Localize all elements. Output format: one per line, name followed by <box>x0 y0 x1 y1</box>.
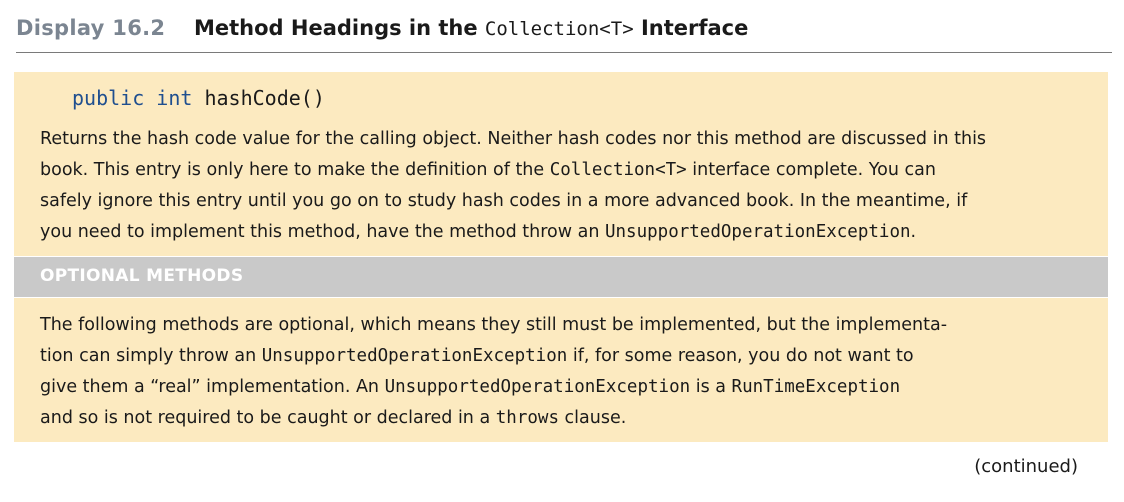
text-line: tion can simply throw an UnsupportedOper… <box>40 341 1100 372</box>
inline-code: throws <box>495 408 559 428</box>
display-title-pre: Method Headings in the <box>194 16 485 40</box>
inline-code: Collection<T> <box>549 160 687 180</box>
text-run: tion can simply throw an <box>40 346 262 366</box>
text-run: you need to implement this method, have … <box>40 222 605 242</box>
text-run: clause. <box>558 408 627 428</box>
inline-code: UnsupportedOperationException <box>604 222 911 242</box>
text-run: safely ignore this entry until you go on… <box>40 191 968 211</box>
hashcode-description: Returns the hash code value for the call… <box>40 124 1100 248</box>
display-number: Display 16.2 <box>16 16 166 40</box>
text-run: book. This entry is only here to make th… <box>40 160 550 180</box>
text-line: give them a “real” implementation. An Un… <box>40 372 1100 403</box>
text-line: Returns the hash code value for the call… <box>40 124 1100 155</box>
text-line: safely ignore this entry until you go on… <box>40 186 1100 217</box>
sig-public: public <box>72 86 145 110</box>
inline-code: UnsupportedOperationException <box>261 346 568 366</box>
sig-int: int <box>156 86 193 110</box>
display-title-post: Interface <box>633 16 749 40</box>
text-run: . <box>910 222 917 242</box>
optional-methods-panel: The following methods are optional, whic… <box>14 298 1108 442</box>
text-run: is a <box>690 377 732 397</box>
text-line: you need to implement this method, have … <box>40 217 1100 248</box>
method-signature: public int hashCode() <box>72 86 325 110</box>
text-line: book. This entry is only here to make th… <box>40 155 1100 186</box>
continued-note: (continued) <box>974 456 1078 477</box>
inline-code: UnsupportedOperationException <box>384 377 691 397</box>
hashcode-panel: public int hashCode() Returns the hash c… <box>14 72 1108 256</box>
section-header-bar: OPTIONAL METHODS <box>14 257 1108 297</box>
text-run: Returns the hash code value for the call… <box>40 129 987 149</box>
display-header: Display 16.2 Method Headings in the Coll… <box>16 12 1112 53</box>
display-title-code: Collection<T> <box>484 18 634 40</box>
inline-code: RunTimeException <box>731 377 901 397</box>
text-run: give them a “real” implementation. An <box>40 377 385 397</box>
text-line: and so is not required to be caught or d… <box>40 403 1100 434</box>
section-title: OPTIONAL METHODS <box>40 266 244 286</box>
text-run: interface complete. You can <box>686 160 936 180</box>
text-run: if, for some reason, you do not want to <box>567 346 914 366</box>
display-title: Method Headings in the Collection<T> Int… <box>194 16 748 40</box>
text-run: The following methods are optional, whic… <box>40 315 948 335</box>
optional-description: The following methods are optional, whic… <box>40 310 1100 434</box>
text-run: and so is not required to be caught or d… <box>40 408 496 428</box>
text-line: The following methods are optional, whic… <box>40 310 1100 341</box>
sig-method-name: hashCode() <box>204 86 325 110</box>
